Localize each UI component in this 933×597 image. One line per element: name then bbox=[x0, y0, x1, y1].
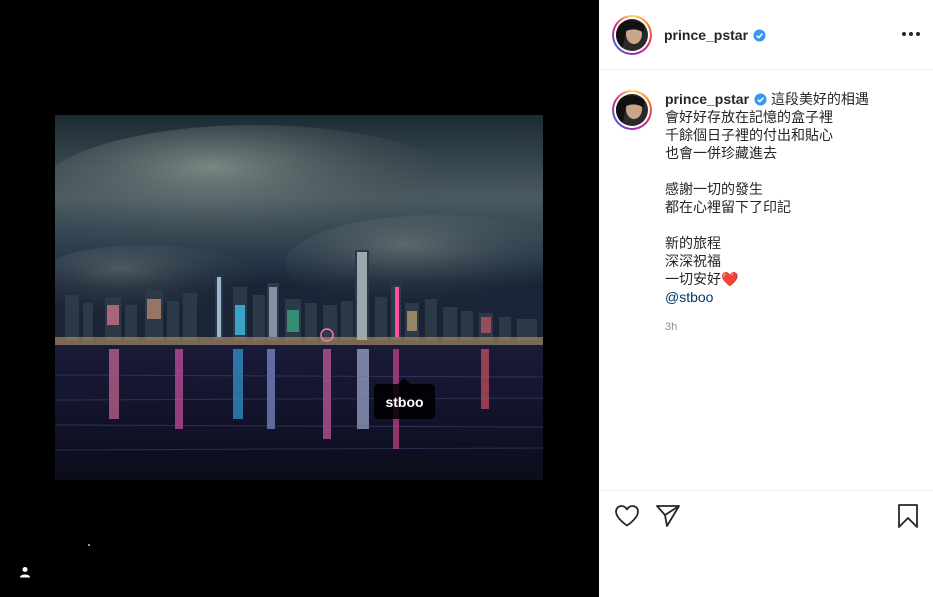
verified-badge-icon bbox=[754, 93, 767, 106]
like-button[interactable] bbox=[613, 502, 641, 530]
user-tags-icon bbox=[20, 567, 30, 578]
media-pane: stboo bbox=[0, 0, 599, 597]
post-photo[interactable] bbox=[55, 115, 543, 480]
profile-photo bbox=[616, 94, 648, 126]
caption-line: 新的旅程 bbox=[665, 235, 721, 251]
caption-line: 一切安好❤️ bbox=[665, 271, 739, 287]
post-side-panel: prince_pstar prince_pstar 這段美好的相遇 會好好存放在… bbox=[599, 0, 933, 597]
comments-area: prince_pstar 這段美好的相遇 會好好存放在記憶的盒子裡 千餘個日子裡… bbox=[599, 70, 933, 490]
bookmark-icon bbox=[898, 504, 918, 528]
caption-avatar[interactable] bbox=[612, 90, 652, 130]
caption-line: 深深祝福 bbox=[665, 253, 721, 269]
profile-photo bbox=[616, 18, 648, 51]
mention-link[interactable]: @stboo bbox=[665, 289, 713, 305]
verified-badge-icon bbox=[753, 28, 766, 42]
avatar[interactable] bbox=[612, 14, 652, 55]
caption-line: 會好好存放在記憶的盒子裡 bbox=[665, 109, 833, 125]
save-button[interactable] bbox=[894, 502, 922, 530]
caption-line: prince_pstar 這段美好的相遇 bbox=[665, 91, 869, 107]
caption-body: prince_pstar 這段美好的相遇 會好好存放在記憶的盒子裡 千餘個日子裡… bbox=[665, 90, 925, 336]
share-button[interactable] bbox=[654, 502, 682, 530]
heart-icon bbox=[615, 505, 639, 527]
caption-line: 也會一併珍藏進去 bbox=[665, 145, 777, 161]
caption-line: 千餘個日子裡的付出和貼心 bbox=[665, 127, 833, 143]
photo-user-tag[interactable]: stboo bbox=[374, 378, 435, 419]
caption-line: 都在心裡留下了印記 bbox=[665, 199, 791, 215]
caption-line bbox=[665, 162, 925, 180]
night-skyline-image bbox=[55, 115, 543, 480]
caption-username[interactable]: prince_pstar bbox=[665, 91, 749, 107]
user-tags-button[interactable] bbox=[14, 561, 36, 583]
more-options-button[interactable] bbox=[901, 24, 921, 44]
caption-line: @stboo bbox=[665, 288, 925, 306]
photo-user-tag-label: stboo bbox=[385, 393, 424, 410]
post-actions bbox=[599, 490, 933, 540]
post-timestamp[interactable]: 3h bbox=[665, 318, 925, 336]
paper-plane-icon bbox=[656, 505, 680, 527]
caption-line bbox=[665, 216, 925, 234]
more-options-icon bbox=[902, 32, 906, 36]
post-header: prince_pstar bbox=[599, 0, 933, 70]
divider-dot bbox=[88, 544, 90, 546]
header-username[interactable]: prince_pstar bbox=[664, 27, 766, 43]
caption-line: 感謝一切的發生 bbox=[665, 181, 763, 197]
caption: prince_pstar 這段美好的相遇 會好好存放在記憶的盒子裡 千餘個日子裡… bbox=[612, 90, 925, 336]
heart-emoji: ❤️ bbox=[721, 271, 739, 287]
